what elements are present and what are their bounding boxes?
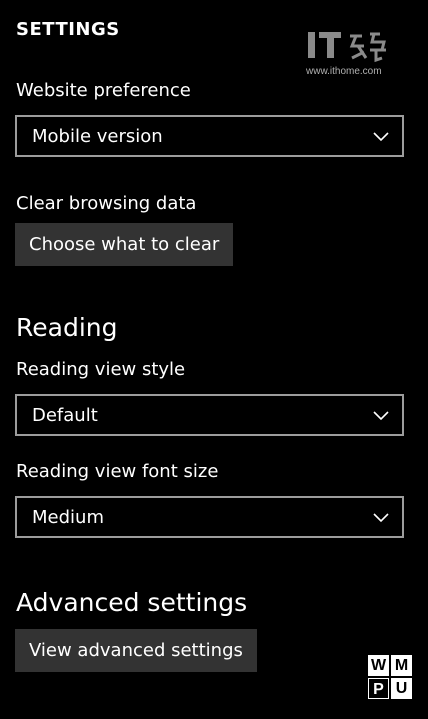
reading-view-style-dropdown[interactable]: Default <box>15 394 404 436</box>
wmpu-letter-p: P <box>368 678 389 699</box>
wmpu-badge: W M P U <box>368 655 414 700</box>
view-advanced-settings-button[interactable]: View advanced settings <box>15 629 257 672</box>
clear-browsing-data-label: Clear browsing data <box>16 193 197 214</box>
advanced-settings-heading: Advanced settings <box>16 588 248 617</box>
choose-what-to-clear-button[interactable]: Choose what to clear <box>15 223 234 266</box>
website-preference-dropdown[interactable]: Mobile version <box>15 115 404 157</box>
ithome-logo <box>308 32 386 63</box>
chevron-down-icon <box>373 411 389 421</box>
watermark-url: www.ithome.com <box>306 66 382 77</box>
wmpu-letter-m: M <box>391 655 412 676</box>
reading-view-font-size-dropdown[interactable]: Medium <box>15 496 404 538</box>
wmpu-letter-u: U <box>391 678 412 699</box>
website-preference-label: Website preference <box>16 80 191 101</box>
page-title: SETTINGS <box>16 19 120 40</box>
chevron-down-icon <box>373 513 389 523</box>
chevron-down-icon <box>373 132 389 142</box>
wmpu-letter-w: W <box>368 655 389 676</box>
reading-view-font-size-label: Reading view font size <box>16 461 219 482</box>
reading-view-font-size-value: Medium <box>32 507 104 528</box>
reading-view-style-value: Default <box>32 405 98 426</box>
reading-heading: Reading <box>16 313 118 342</box>
website-preference-value: Mobile version <box>32 126 163 147</box>
reading-view-style-label: Reading view style <box>16 359 186 380</box>
